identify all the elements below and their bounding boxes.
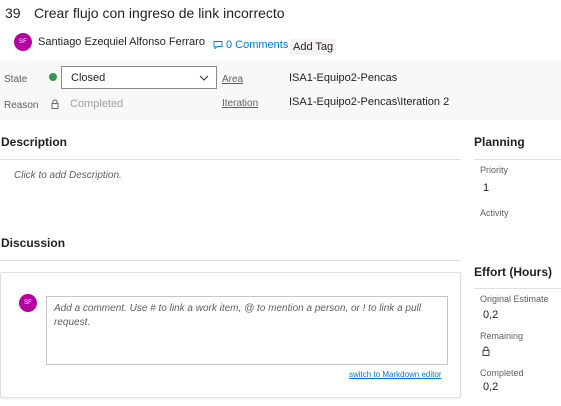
comments-count-label: 0 Comments [226, 39, 289, 51]
original-estimate-value[interactable]: 0,2 [483, 309, 498, 321]
area-value[interactable]: ISA1-Equipo2-Pencas [289, 72, 397, 84]
state-dropdown[interactable]: Closed [61, 66, 217, 89]
description-section-title: Description [1, 135, 68, 149]
comment-icon [213, 41, 223, 49]
original-estimate-label: Original Estimate [480, 294, 549, 304]
state-value: Closed [71, 72, 106, 84]
planning-section-title: Planning [474, 135, 525, 149]
iteration-label: Iteration [222, 98, 259, 109]
discussion-divider [0, 260, 461, 261]
add-tag-button[interactable]: Add Tag [290, 39, 337, 55]
effort-divider [474, 288, 561, 289]
work-item-id: 39 [5, 5, 21, 21]
reason-label: Reason [4, 100, 39, 111]
description-editor[interactable]: Click to add Description. [14, 170, 122, 181]
priority-value[interactable]: 1 [483, 182, 489, 194]
comment-author-avatar: SF [19, 294, 37, 312]
owner-name[interactable]: Santiago Ezequiel Alfonso Ferraro [38, 36, 205, 48]
activity-label: Activity [480, 208, 509, 218]
description-divider [0, 159, 461, 160]
comments-link[interactable]: 0 Comments [213, 39, 288, 51]
remaining-label: Remaining [480, 331, 524, 341]
owner-avatar[interactable]: SF [14, 33, 32, 51]
work-item-title[interactable]: Crear flujo con ingreso de link incorrec… [34, 5, 285, 21]
iteration-value[interactable]: ISA1-Equipo2-Pencas\Iteration 2 [289, 96, 449, 108]
switch-to-markdown-link[interactable]: switch to Markdown editor [349, 370, 441, 379]
reason-value: Completed [70, 98, 124, 110]
state-label: State [4, 74, 28, 85]
discussion-section-title: Discussion [1, 236, 66, 250]
lock-icon [51, 99, 59, 109]
completed-label: Completed [480, 368, 524, 378]
completed-value[interactable]: 0,2 [483, 381, 498, 393]
planning-divider [474, 159, 561, 160]
comment-input[interactable]: Add a comment. Use # to link a work item… [46, 296, 448, 365]
area-label: Area [222, 74, 244, 85]
effort-section-title: Effort (Hours) [474, 265, 552, 279]
status-dot-icon [49, 73, 57, 81]
priority-label: Priority [480, 165, 509, 175]
chevron-down-icon [199, 75, 209, 81]
lock-icon [482, 346, 490, 356]
